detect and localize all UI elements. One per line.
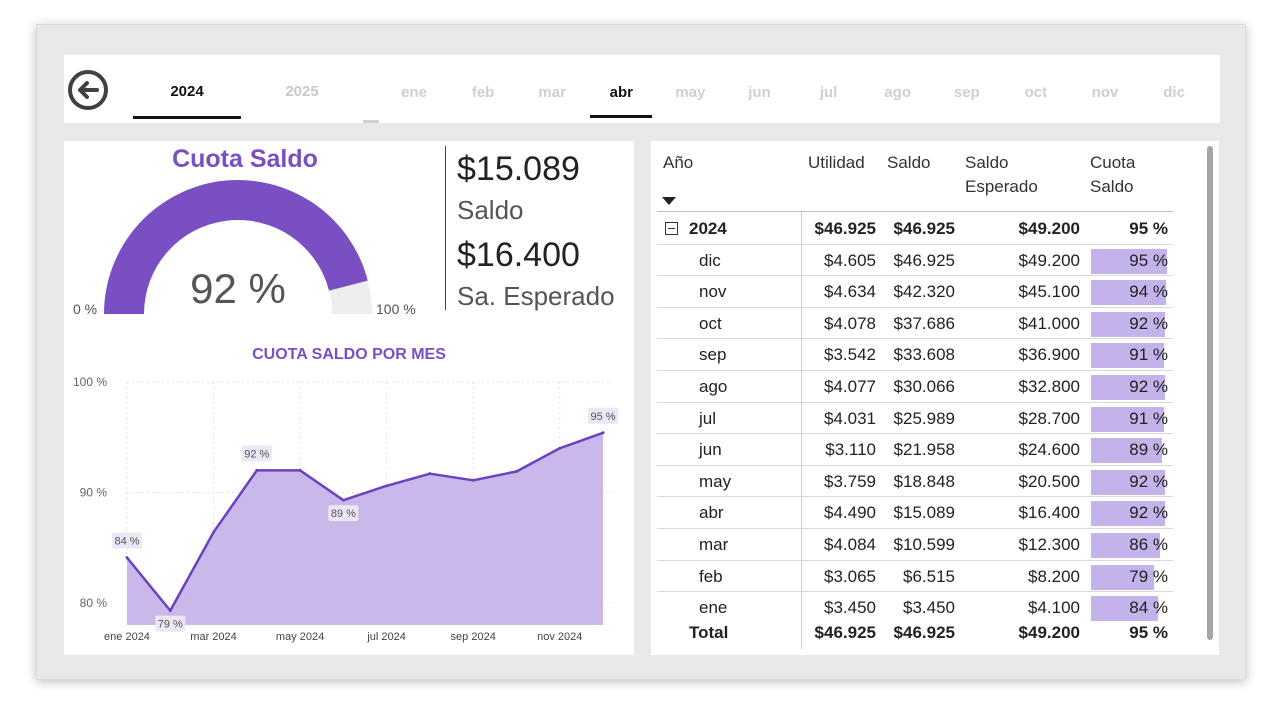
cell-saldo: $30.066 bbox=[893, 377, 955, 396]
cell-cuota: 92 % bbox=[1129, 377, 1168, 396]
row-label: abr bbox=[699, 503, 724, 523]
chart-title: CUOTA SALDO POR MES bbox=[252, 346, 446, 363]
data-label: 95 % bbox=[590, 411, 615, 423]
saldo-label: Saldo bbox=[457, 195, 524, 225]
data-label: 79 % bbox=[158, 619, 183, 631]
y-tick-label: 100 % bbox=[73, 375, 107, 389]
row-label: dic bbox=[699, 250, 721, 270]
row-label: may bbox=[699, 471, 732, 491]
table-scrollbar[interactable] bbox=[1207, 146, 1213, 640]
y-tick-label: 90 % bbox=[80, 485, 108, 499]
cell-saldo: $18.848 bbox=[893, 471, 955, 491]
cell-saldo: $15.089 bbox=[893, 503, 955, 523]
area-fill bbox=[127, 432, 603, 625]
gauge-max-label: 100 % bbox=[376, 301, 416, 317]
cell-saldo: $42.320 bbox=[893, 282, 955, 302]
cell-cuota: 91 % bbox=[1129, 408, 1168, 428]
col-header-saldo[interactable]: Saldo bbox=[887, 151, 930, 175]
cell-saldo: $25.989 bbox=[893, 408, 955, 428]
data-point bbox=[428, 472, 432, 476]
col-header-utilidad[interactable]: Utilidad bbox=[808, 151, 865, 175]
data-point bbox=[341, 498, 345, 502]
esperado-value: $16.400 bbox=[457, 236, 580, 274]
cuota-saldo-chart: 100 % 90 % 80 % ene 2024 mar 2024 may 2024 jul… bbox=[73, 375, 618, 643]
data-point bbox=[558, 446, 562, 450]
data-point bbox=[514, 469, 518, 473]
data-point bbox=[601, 431, 605, 435]
header-divider bbox=[657, 211, 1173, 212]
row-label: ago bbox=[699, 377, 728, 396]
row-label: mar bbox=[699, 535, 729, 554]
cell-cuota: 95 % bbox=[1129, 250, 1168, 270]
cell-saldo: $10.599 bbox=[893, 535, 955, 554]
cell-saldo: $46.925 bbox=[893, 219, 955, 238]
col-header-cuota-saldo[interactable]: Cuota Saldo bbox=[1090, 151, 1135, 199]
row-label: oct bbox=[699, 313, 722, 333]
data-point bbox=[212, 530, 216, 534]
gauge-min-label: 0 % bbox=[73, 301, 98, 317]
cell-cuota: 95 % bbox=[1129, 623, 1168, 643]
data-point bbox=[255, 468, 259, 472]
data-point bbox=[168, 609, 172, 613]
cell-saldo: $37.686 bbox=[893, 313, 955, 333]
cell-saldo: $33.608 bbox=[893, 345, 955, 365]
data-label: 84 % bbox=[114, 536, 139, 548]
cell-cuota: 92 % bbox=[1129, 503, 1168, 523]
x-tick-label: nov 2024 bbox=[537, 631, 582, 643]
cell-saldo: $46.925 bbox=[893, 623, 955, 643]
cell-cuota: 86 % bbox=[1129, 535, 1168, 554]
gauge-value: 92 % bbox=[190, 265, 286, 312]
cell-cuota: 95 % bbox=[1129, 219, 1168, 238]
cell-saldo: $6.515 bbox=[903, 566, 955, 586]
col-header-saldo-esperado[interactable]: Saldo Esperado bbox=[965, 151, 1038, 199]
cell-cuota: 89 % bbox=[1129, 440, 1168, 460]
cell-cuota: 79 % bbox=[1129, 566, 1168, 586]
col-header-anio[interactable]: Año bbox=[663, 151, 693, 175]
saldo-value: $15.089 bbox=[457, 150, 580, 188]
row-label: nov bbox=[699, 282, 727, 302]
row-label: jul bbox=[699, 408, 717, 428]
x-tick-label: sep 2024 bbox=[451, 631, 496, 643]
y-tick-label: 80 % bbox=[80, 596, 108, 610]
sort-down-icon[interactable] bbox=[662, 197, 676, 205]
cell-cuota: 91 % bbox=[1129, 345, 1168, 365]
cell-saldo: $46.925 bbox=[893, 250, 955, 270]
data-point bbox=[385, 484, 389, 488]
collapse-minus-icon[interactable] bbox=[665, 222, 678, 235]
cell-cuota: 92 % bbox=[1129, 313, 1168, 333]
data-point bbox=[471, 478, 475, 482]
kpi-divider bbox=[445, 146, 446, 310]
row-label: feb bbox=[699, 566, 723, 586]
row-label: jun bbox=[699, 440, 722, 460]
x-tick-label: mar 2024 bbox=[190, 631, 236, 643]
data-label: 89 % bbox=[331, 508, 356, 520]
cell-cuota: 94 % bbox=[1129, 282, 1168, 302]
column-divider bbox=[801, 212, 802, 649]
row-label: Total bbox=[689, 623, 729, 643]
data-point bbox=[298, 468, 302, 472]
x-tick-label: may 2024 bbox=[276, 631, 324, 643]
row-label: 2024 bbox=[689, 219, 727, 238]
row-label: sep bbox=[699, 345, 727, 365]
esperado-label: Sa. Esperado bbox=[457, 281, 615, 311]
cell-saldo: $21.958 bbox=[893, 440, 955, 460]
x-tick-label: jul 2024 bbox=[366, 631, 406, 643]
x-tick-label: ene 2024 bbox=[104, 631, 150, 643]
data-label: 92 % bbox=[244, 448, 269, 460]
cell-cuota: 92 % bbox=[1129, 471, 1168, 491]
data-point bbox=[125, 556, 129, 560]
